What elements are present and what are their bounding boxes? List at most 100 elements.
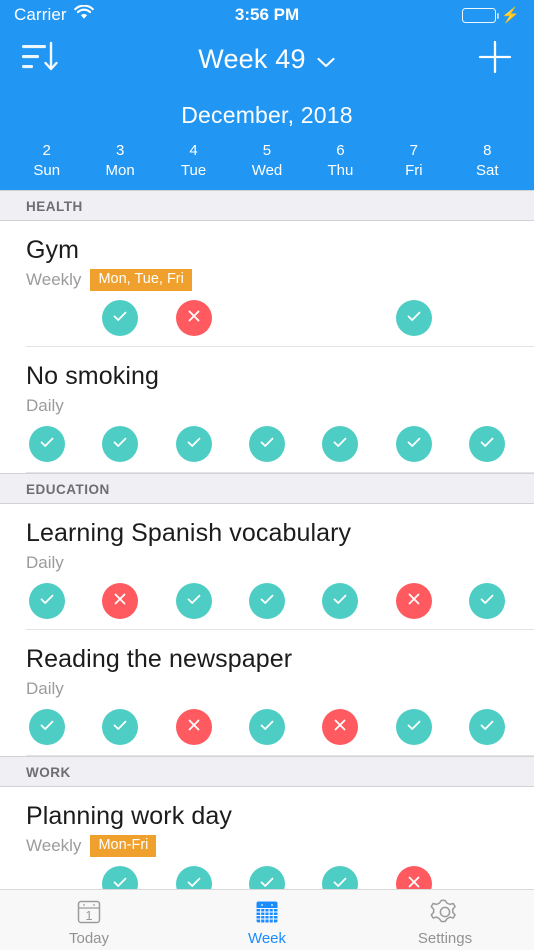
day-column[interactable]: 8 Sat: [451, 141, 524, 181]
habit-mark-cell: [83, 426, 156, 462]
habit-mark-done[interactable]: [248, 583, 285, 619]
tab-settings-label: Settings: [417, 930, 473, 947]
habit-mark-cell: [230, 300, 303, 336]
habit-mark-cell: [10, 583, 83, 619]
habit-mark-done[interactable]: [395, 709, 432, 745]
day-name: Sat: [475, 162, 499, 179]
svg-text:1: 1: [85, 908, 92, 923]
day-column[interactable]: 2 Sun: [10, 141, 83, 181]
habit-title: Gym: [26, 236, 80, 264]
close-icon: [111, 590, 129, 613]
tab-week[interactable]: Week: [178, 890, 356, 950]
habit-mark-done[interactable]: [28, 583, 65, 619]
habit-mark-done[interactable]: [28, 709, 65, 745]
check-icon: [477, 589, 497, 614]
habit-mark-done[interactable]: [248, 709, 285, 745]
day-number: 2: [42, 142, 51, 159]
tab-settings[interactable]: Settings: [356, 890, 534, 950]
tab-today-label: Today: [68, 930, 110, 947]
carrier-label: Carrier: [14, 5, 67, 24]
habit-mark-done[interactable]: [102, 709, 139, 745]
day-columns: 2 Sun 3 Mon 4 Tue 5 Wed 6 Thu 7 Fri 8 Sa…: [0, 141, 534, 181]
habit-row[interactable]: Gym Weekly Mon, Tue, Fri: [26, 221, 534, 347]
day-column[interactable]: 7 Fri: [377, 141, 450, 181]
habit-mark-done[interactable]: [28, 426, 65, 462]
sort-descending-icon: [20, 39, 62, 80]
habit-schedule-badge: Mon, Tue, Fri: [90, 269, 192, 291]
habit-mark-done[interactable]: [175, 583, 212, 619]
tab-today[interactable]: 1 Today: [0, 890, 178, 950]
lightning-bolt-icon: ⚡: [501, 6, 520, 24]
habit-meta: Weekly Mon-Fri: [26, 834, 534, 858]
habit-mark-cell: [10, 300, 83, 336]
close-icon: [185, 307, 203, 330]
day-name: Sun: [33, 162, 61, 179]
habit-meta: Daily: [26, 551, 534, 575]
habit-mark-done[interactable]: [469, 583, 506, 619]
habit-mark-cell: [230, 583, 303, 619]
habit-mark-failed[interactable]: [102, 583, 139, 619]
habit-mark-done[interactable]: [102, 300, 139, 336]
habit-mark-cell: [377, 300, 450, 336]
habit-mark-done[interactable]: [175, 426, 212, 462]
status-bar-left: Carrier: [14, 4, 94, 25]
habit-meta: Weekly Mon, Tue, Fri: [26, 268, 534, 292]
gear-icon: [430, 897, 460, 927]
day-number: 7: [409, 142, 418, 159]
habit-marks-row: [0, 701, 534, 755]
habit-mark-done[interactable]: [469, 709, 506, 745]
habit-mark-done[interactable]: [102, 426, 139, 462]
habit-marks-row: [0, 418, 534, 472]
habit-meta: Daily: [26, 394, 534, 418]
check-icon: [257, 715, 277, 740]
day-number: 4: [189, 142, 198, 159]
habit-mark-cell: [451, 426, 524, 462]
habit-marks-row: [0, 575, 534, 629]
week-title-text: Week 49: [198, 43, 306, 74]
habit-title: Learning Spanish vocabulary: [26, 519, 352, 547]
day-name: Fri: [405, 162, 423, 179]
sort-button[interactable]: [20, 39, 62, 80]
status-bar-right: ⚡: [462, 6, 520, 24]
check-icon: [37, 715, 57, 740]
day-number: 3: [115, 142, 125, 159]
habit-frequency: Weekly: [26, 270, 82, 289]
habit-mark-failed[interactable]: [322, 709, 359, 745]
day-column[interactable]: 6 Thu: [304, 141, 377, 181]
habit-mark-failed[interactable]: [175, 709, 212, 745]
check-icon: [330, 432, 350, 457]
add-habit-button[interactable]: [476, 38, 514, 81]
close-icon: [185, 716, 203, 739]
habit-mark-cell: [451, 300, 524, 336]
habit-row[interactable]: Learning Spanish vocabulary Daily: [26, 504, 534, 630]
day-column[interactable]: 5 Wed: [230, 141, 303, 181]
check-icon: [477, 715, 497, 740]
calendar-day-icon: 1: [74, 897, 104, 927]
habit-mark-cell: [230, 709, 303, 745]
habit-mark-done[interactable]: [322, 583, 359, 619]
habit-mark-done[interactable]: [322, 426, 359, 462]
habit-row[interactable]: No smoking Daily: [26, 347, 534, 473]
check-icon: [257, 589, 277, 614]
week-title[interactable]: Week 49: [0, 44, 534, 75]
status-bar: Carrier 3:56 PM ⚡: [0, 0, 534, 30]
habit-row[interactable]: Reading the newspaper Daily: [26, 630, 534, 756]
close-icon: [331, 716, 349, 739]
habit-mark-done[interactable]: [395, 300, 432, 336]
habit-mark-failed[interactable]: [395, 583, 432, 619]
day-column[interactable]: 4 Tue: [157, 141, 230, 181]
check-icon: [37, 432, 57, 457]
close-icon: [405, 590, 423, 613]
battery-icon: [462, 7, 500, 23]
habit-mark-cell: [83, 583, 156, 619]
app-screen: Carrier 3:56 PM ⚡ Week 49 December, 2018…: [0, 0, 534, 950]
habit-mark-done[interactable]: [248, 426, 285, 462]
habit-mark-done[interactable]: [395, 426, 432, 462]
habit-mark-failed[interactable]: [175, 300, 212, 336]
week-header: December, 2018 2 Sun 3 Mon 4 Tue 5 Wed 6…: [0, 88, 534, 190]
habit-mark-done[interactable]: [469, 426, 506, 462]
day-column[interactable]: 3 Mon: [83, 141, 156, 181]
day-name: Wed: [251, 162, 283, 179]
habit-frequency: Daily: [26, 679, 64, 698]
habit-mark-cell: [157, 426, 230, 462]
